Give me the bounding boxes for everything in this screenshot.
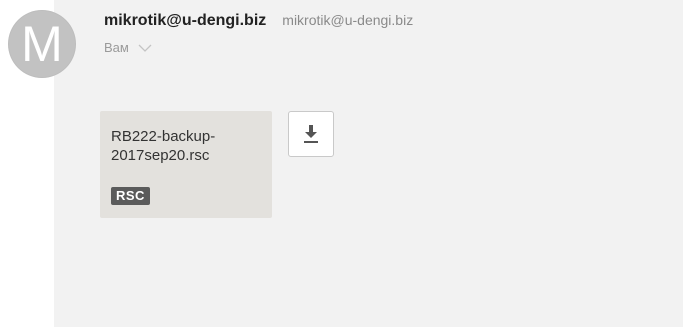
attachment-filename: RB222-backup- 2017sep20.rsc [111,128,216,164]
recipient-toggle[interactable]: Вам [104,40,153,55]
file-extension-badge: RSC [111,187,150,205]
sender-line: mikrotik@u-dengi.biz mikrotik@u-dengi.bi… [104,12,413,30]
chevron-down-icon[interactable] [137,43,153,53]
recipient-label: Вам [104,40,129,55]
attachment-card[interactable]: RB222-backup- 2017sep20.rsc RSC [100,111,272,218]
avatar-letter: M [21,16,63,72]
download-icon [304,125,318,143]
sender-name[interactable]: mikrotik@u-dengi.biz [104,12,266,30]
download-button[interactable] [288,111,334,157]
avatar: M [9,11,75,77]
sender-email[interactable]: mikrotik@u-dengi.biz [282,12,413,28]
